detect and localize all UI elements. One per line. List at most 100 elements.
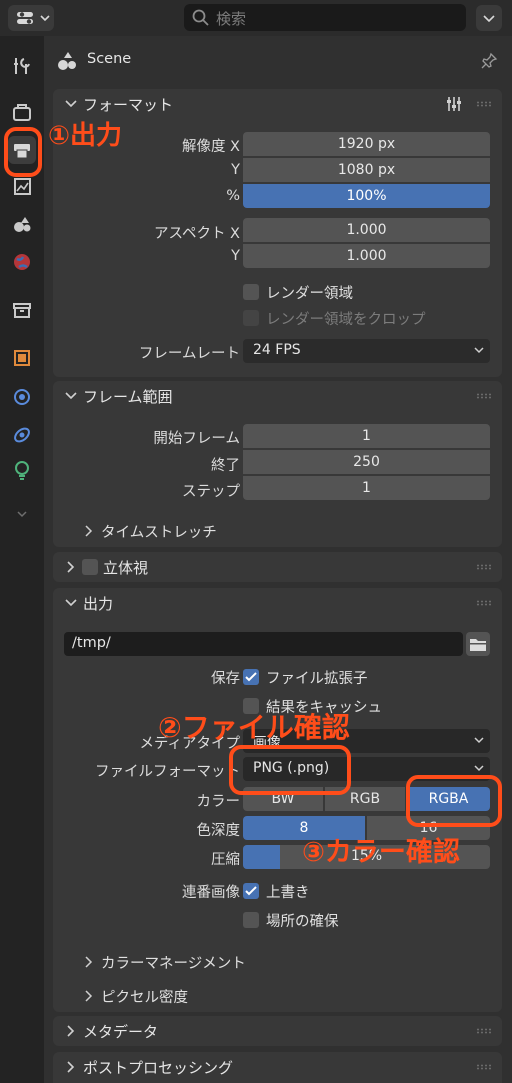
options-dropdown-button[interactable] [476,5,502,31]
stereoscopy-checkbox[interactable] [82,559,98,575]
light-bulb-icon [15,461,29,480]
resolution-x-field[interactable]: 1920 px [243,132,490,156]
color-management-label: カラーマネージメント [101,956,246,972]
check-icon [245,672,257,682]
frame-range-panel-header[interactable]: フレーム範囲 [53,381,502,411]
framerate-dropdown[interactable]: 24 FPS [243,339,490,363]
browse-folder-button[interactable] [466,632,490,656]
stereoscopy-panel: 立体視 [53,552,502,582]
file-format-label: ファイルフォーマット [95,764,240,780]
file-extension-checkbox[interactable] [243,669,259,685]
metadata-title: メタデータ [83,1023,159,1041]
tab-world[interactable] [8,248,36,276]
resolution-y-label: Y [231,162,240,178]
presets-icon[interactable] [445,95,463,113]
output-path-field[interactable]: /tmp/ [64,632,463,656]
aspect-x-field[interactable]: 1.000 [243,218,490,242]
resolution-percent-slider[interactable]: 100% [243,184,490,208]
properties-tab-bar [0,36,44,1083]
search-placeholder: 検索 [216,10,247,28]
annotation-box-rgba [406,775,502,827]
world-icon [14,254,30,270]
chevron-down-icon [474,737,484,744]
drag-grip-icon[interactable] [476,393,492,399]
compression-label: 圧縮 [211,852,240,868]
drag-grip-icon[interactable] [476,1064,492,1070]
search-input[interactable]: 検索 [184,4,466,31]
chevron-down-icon [65,599,77,607]
frame-range-title: フレーム範囲 [83,388,173,406]
resolution-y-field[interactable]: 1080 px [243,158,490,182]
placeholders-checkbox[interactable] [243,912,259,928]
render-icon [13,104,31,121]
file-extension-label: ファイル拡張子 [266,671,368,687]
aspect-y-label: Y [231,248,240,264]
aspect-x-label: アスペクト X [153,226,240,242]
render-region-checkbox[interactable] [243,284,259,300]
postprocessing-panel-header[interactable]: ポストプロセッシング [53,1052,502,1082]
tab-collection[interactable] [8,296,36,324]
stereoscopy-panel-header[interactable]: 立体視 [53,552,502,582]
chevron-down-icon [474,765,484,772]
crop-region-checkbox[interactable] [243,310,259,326]
chevron-down-icon [65,100,77,108]
frame-start-label: 開始フレーム [153,431,240,447]
postprocessing-title: ポストプロセッシング [83,1059,234,1077]
tab-more[interactable] [8,500,36,528]
tab-object-data[interactable] [8,456,36,484]
object-icon [14,350,30,366]
pixel-density-label: ピクセル密度 [101,990,188,1006]
tab-object[interactable] [8,344,36,372]
frame-end-label: 終了 [211,458,240,474]
color-management-subpanel[interactable]: カラーマネージメント [80,951,380,973]
time-stretch-label: タイムストレッチ [101,525,217,541]
frame-end-field[interactable]: 250 [243,450,490,474]
stereoscopy-title: 立体視 [103,559,149,577]
chevron-right-icon [85,525,93,537]
properties-editor-icon [17,12,50,24]
chevron-right-icon [67,1025,75,1037]
annotation-box-output-tab [4,127,42,177]
tab-scene[interactable] [8,210,36,238]
scene-icon [58,52,76,70]
time-stretch-subpanel[interactable]: タイムストレッチ [80,520,380,542]
chevron-down-icon [17,511,27,518]
view-layer-icon [14,178,31,195]
frame-start-field[interactable]: 1 [243,424,490,448]
save-label: 保存 [211,671,240,687]
search-icon [192,9,209,26]
output-panel-header[interactable]: 出力 [53,588,502,618]
output-panel-title: 出力 [83,595,114,613]
pixel-density-subpanel[interactable]: ピクセル密度 [80,985,380,1007]
drag-grip-icon[interactable] [476,564,492,570]
frame-step-label: ステップ [182,484,240,500]
tab-physics[interactable] [8,382,36,410]
drag-grip-icon[interactable] [476,600,492,606]
tab-tool[interactable] [8,52,36,80]
format-panel-title: フォーマット [83,96,174,114]
chevron-right-icon [67,1061,75,1073]
tab-render[interactable] [8,98,36,126]
tool-icon [14,58,30,74]
annotation-output: ①出力 [48,121,123,151]
annotation-box-file-format [229,745,351,795]
metadata-panel: メタデータ [53,1016,502,1046]
chevron-down-icon [483,15,495,23]
editor-type-button[interactable] [8,5,54,31]
aspect-y-field[interactable]: 1.000 [243,244,490,268]
drag-grip-icon[interactable] [476,101,492,107]
metadata-panel-header[interactable]: メタデータ [53,1016,502,1046]
context-path: Scene [44,46,512,76]
overwrite-checkbox[interactable] [243,883,259,899]
folder-icon [470,639,486,651]
pin-icon[interactable] [480,52,498,70]
placeholders-label: 場所の確保 [266,914,339,930]
drag-grip-icon[interactable] [476,1028,492,1034]
frame-step-field[interactable]: 1 [243,476,490,500]
render-region-label: レンダー領域 [266,286,353,302]
tab-constraints[interactable] [8,420,36,448]
color-label: カラー [196,794,241,810]
annotation-file-check: ②ファイル確認 [158,711,350,744]
chevron-down-icon [65,392,77,400]
postprocessing-panel: ポストプロセッシング [53,1052,502,1083]
